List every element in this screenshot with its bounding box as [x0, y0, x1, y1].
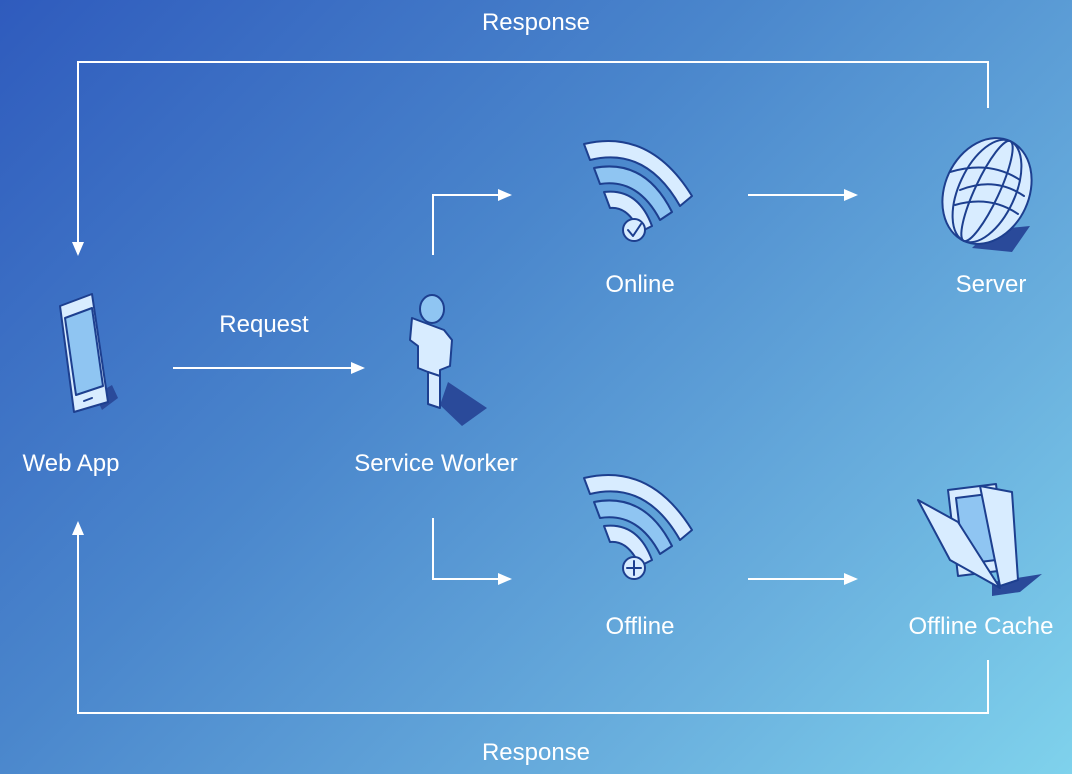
web-app-label: Web App: [22, 450, 120, 477]
offline-label: Offline: [605, 613, 675, 640]
response-top-label: Response: [481, 9, 591, 36]
wifi-check-icon: [583, 140, 693, 242]
open-folder-icon: [917, 483, 1042, 596]
response-bottom-label: Response: [481, 739, 591, 766]
connector-layer: [59, 61, 1042, 714]
worker-to-offline-connector: [432, 518, 512, 585]
service-worker-label: Service Worker: [354, 450, 518, 477]
response-top-connector: [72, 61, 989, 256]
request-label: Request: [219, 311, 309, 338]
offline-cache-label: Offline Cache: [908, 613, 1054, 640]
server-label: Server: [955, 271, 1027, 298]
wifi-plus-icon: [583, 474, 693, 580]
globe-icon: [941, 137, 1033, 252]
online-label: Online: [605, 271, 675, 298]
person-icon: [409, 294, 487, 426]
smartphone-icon: [59, 293, 118, 413]
response-bottom-connector: [72, 521, 989, 714]
service-worker-diagram: Response Request Web App Service Worker …: [0, 0, 1072, 774]
worker-to-online-connector: [432, 189, 512, 255]
